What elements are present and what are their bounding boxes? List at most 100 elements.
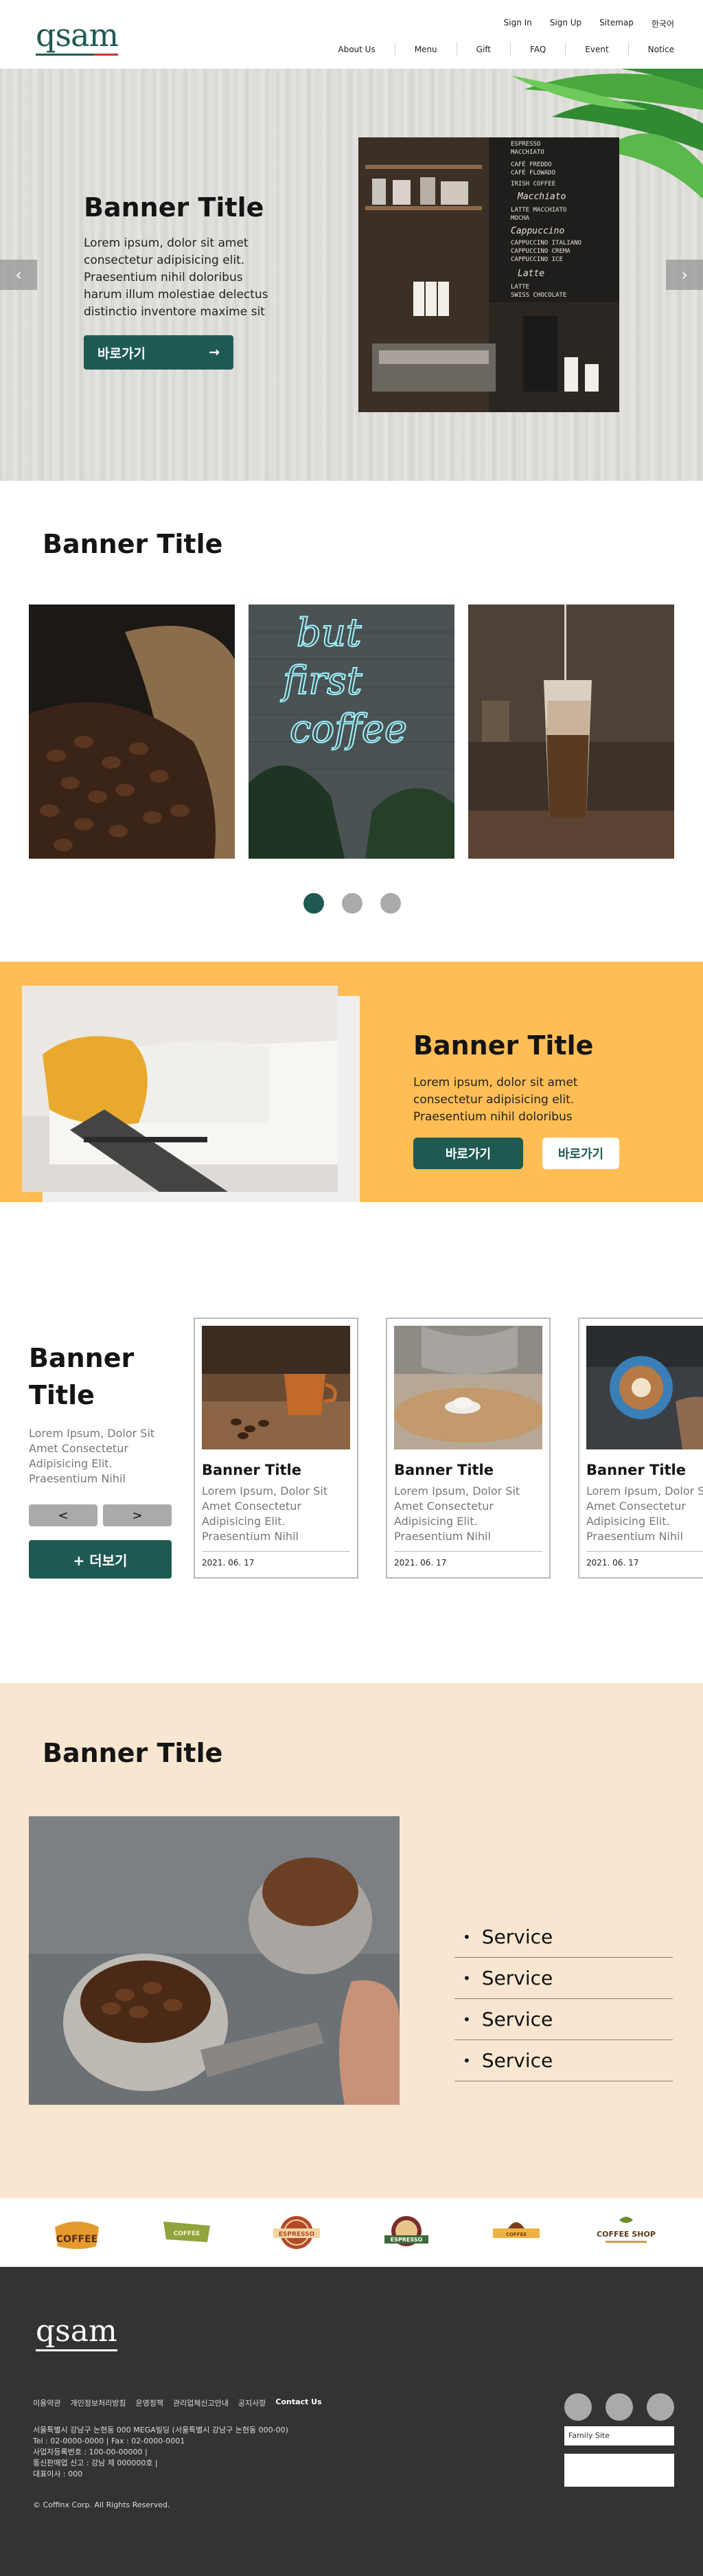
footer-link-notice[interactable]: 공지사항 — [238, 2397, 266, 2408]
carousel-dots — [303, 893, 401, 914]
news-card-desc-line: Adipisicing Elit. — [202, 1515, 286, 1528]
brand-logo-6[interactable]: COFFEE SHOP — [592, 2212, 660, 2253]
nav-item-notice[interactable]: Notice — [627, 43, 674, 56]
carousel-dot-2[interactable] — [342, 893, 362, 914]
news-card-title: Banner Title — [202, 1462, 301, 1478]
promo-text: Lorem ipsum, dolor sit amet consectetur … — [413, 1076, 578, 1124]
bullet-icon: • — [463, 2052, 471, 2069]
neon-line: first — [280, 659, 362, 703]
news-prev-button[interactable]: < — [29, 1504, 97, 1526]
company-info: 서울특별시 강남구 논현동 000 MEGA빌딩 (서울특별시 강남구 논현동 … — [33, 2425, 288, 2480]
brand-logo-text: COFFEE — [174, 2230, 200, 2237]
nav-item-faq[interactable]: FAQ — [510, 43, 565, 56]
nav-item-event[interactable]: Event — [565, 43, 627, 56]
footer-link-policy[interactable]: 운영정책 — [135, 2397, 163, 2408]
news-card-desc-line: Amet Consectetur — [586, 1500, 686, 1513]
company-info-line: 통신판매업 신고 : 강남 제 000000호 | — [33, 2459, 158, 2467]
news-card-date: 2021. 06. 17 — [202, 1558, 255, 1568]
news-card[interactable]: Banner Title Lorem Ipsum, Dolor Sit Amet… — [386, 1318, 551, 1579]
carousel-dot-1[interactable] — [303, 893, 324, 914]
news-card-desc: Lorem Ipsum, Dolor Sit Amet Consectetur … — [202, 1484, 350, 1544]
bullet-icon: • — [463, 2011, 471, 2028]
service-item[interactable]: • Service — [454, 1999, 673, 2040]
hero-next-button[interactable]: › — [666, 260, 703, 290]
menu-line: CAFÉ FREDDO — [511, 160, 552, 168]
neon-sign-photo[interactable]: but first coffee — [249, 605, 454, 859]
divider — [394, 1551, 542, 1552]
service-item[interactable]: • Service — [454, 1917, 673, 1958]
brand-logos: COFFEE COFFEE ESPRESSO ESPRESSO COFFEE C… — [0, 2198, 703, 2267]
sns-icon[interactable] — [647, 2393, 674, 2421]
company-info-line: 서울특별시 강남구 논현동 000 MEGA빌딩 (서울특별시 강남구 논현동 … — [33, 2426, 288, 2434]
service-title: Banner Title — [43, 1738, 223, 1768]
footer-link-report[interactable]: 관리업체신고안내 — [173, 2397, 229, 2408]
news-card-desc: Lorem Ipsum, Dolor Sit Amet Consectetur … — [394, 1484, 542, 1544]
brand-logo-4[interactable]: ESPRESSO — [379, 2212, 434, 2253]
nav-item-gift[interactable]: Gift — [456, 43, 510, 56]
site-logo-text: qsam — [36, 16, 119, 54]
news-next-button[interactable]: > — [103, 1504, 172, 1526]
footer-link-contact[interactable]: Contact Us — [275, 2397, 321, 2408]
sign-up-link[interactable]: Sign Up — [550, 18, 581, 30]
logo-underline — [36, 54, 119, 56]
news-card-desc-line: Lorem Ipsum, Dolor Sit — [394, 1484, 520, 1498]
site-logo[interactable]: qsam — [36, 16, 119, 56]
news-card-title: Banner Title — [394, 1462, 494, 1478]
language-link[interactable]: 한국어 — [652, 18, 674, 30]
company-info-line: 사업자등록번호 : 100-00-00000 | — [33, 2448, 148, 2456]
news-card-desc-line: Praesentium Nihil — [202, 1530, 299, 1543]
chevron-right-icon: › — [681, 265, 688, 284]
company-info-line: Tel : 02-0000-0000 | Fax : 02-0000-0001 — [33, 2437, 185, 2445]
promo-go-button[interactable]: 바로가기 — [413, 1138, 523, 1169]
brand-logo-5[interactable]: COFFEE — [489, 2212, 544, 2253]
nav-item-menu[interactable]: Menu — [394, 43, 457, 56]
nav-item-about[interactable]: About Us — [319, 43, 394, 56]
family-site-select[interactable]: Family Site — [564, 2426, 674, 2445]
brand-logo-3[interactable]: ESPRESSO — [269, 2212, 324, 2253]
sns-icon[interactable] — [606, 2393, 633, 2421]
carousel-dot-3[interactable] — [380, 893, 401, 914]
bullet-icon: • — [463, 1969, 471, 1987]
news-title: Banner Title — [29, 1343, 135, 1410]
news-card-desc-line: Lorem Ipsum, Dolor Sit — [202, 1484, 328, 1498]
menu-line: CAPPUCCINO ITALIANO — [511, 240, 581, 247]
footer-logo[interactable]: qsam — [36, 2316, 117, 2351]
news-card-date: 2021. 06. 17 — [394, 1558, 447, 1568]
service-item[interactable]: • Service — [454, 2040, 673, 2081]
sign-in-link[interactable]: Sign In — [504, 18, 532, 30]
news-card-desc: Lorem Ipsum, Dolor Sit Amet Consectetur … — [586, 1484, 703, 1544]
news-card-date: 2021. 06. 17 — [586, 1558, 639, 1568]
menu-line: SWISS CHOCOLATE — [511, 292, 566, 299]
promo-go-secondary-button[interactable]: 바로가기 — [542, 1138, 619, 1169]
coffee-beans-photo[interactable] — [29, 605, 235, 859]
hero-prev-button[interactable]: ‹ — [0, 260, 37, 290]
footer-link-privacy[interactable]: 개인정보처리방침 — [70, 2397, 126, 2408]
cafe-table-photo — [394, 1326, 542, 1449]
brand-logo-2[interactable]: COFFEE — [159, 2212, 214, 2253]
news-card[interactable]: Banner Title Lorem Ipsum, Dolor Sit Amet… — [194, 1318, 358, 1579]
service-label: Service — [481, 1967, 553, 1989]
brand-logo-text: ESPRESSO — [391, 2237, 423, 2243]
menu-line: Cappuccino — [511, 226, 564, 236]
news-more-button[interactable]: + 더보기 — [29, 1540, 172, 1579]
hero-banner: Banner Title Lorem ipsum, dolor sit amet… — [0, 69, 703, 481]
menu-line: MACCHIATO — [511, 149, 544, 156]
news-text: Lorem Ipsum, Dolor Sit Amet Consectetur … — [29, 1427, 155, 1485]
sitemap-link[interactable]: Sitemap — [599, 18, 634, 30]
site-footer: qsam 이용약관 개인정보처리방침 운영정책 관리업체신고안내 공지사항 Co… — [0, 2267, 703, 2576]
coffee-cup-photo — [202, 1326, 350, 1449]
news-card-desc-line: Adipisicing Elit. — [394, 1515, 478, 1528]
hero-go-button[interactable]: 바로가기 → — [84, 335, 233, 370]
service-item[interactable]: • Service — [454, 1958, 673, 1999]
news-card[interactable]: Banner Title Lorem Ipsum, Dolor Sit Amet… — [578, 1318, 703, 1579]
arrow-right-icon: → — [209, 345, 220, 360]
site-header: qsam Sign In Sign Up Sitemap 한국어 About U… — [0, 0, 703, 69]
menu-line: Macchiato — [517, 192, 566, 202]
footer-link-terms[interactable]: 이용약관 — [33, 2397, 60, 2408]
bullet-icon: • — [463, 1928, 471, 1945]
iced-coffee-photo[interactable] — [468, 605, 674, 859]
sns-icon[interactable] — [564, 2393, 592, 2421]
brand-logo-1[interactable]: COFFEE — [49, 2212, 104, 2253]
brand-logo-text: COFFEE SHOP — [597, 2230, 656, 2239]
hero-go-label: 바로가기 — [97, 346, 146, 361]
